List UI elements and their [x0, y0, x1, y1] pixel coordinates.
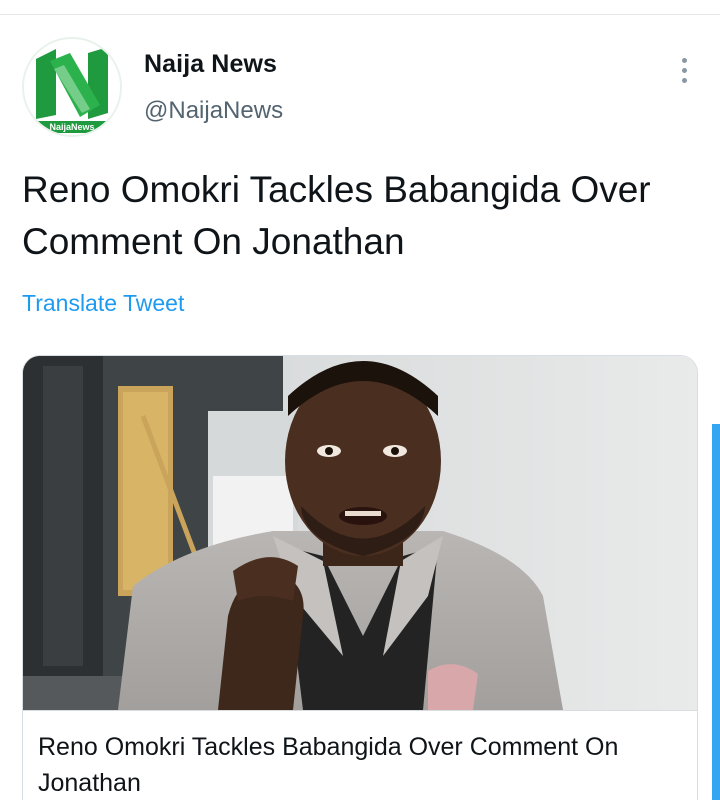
- more-vertical-icon: [681, 57, 687, 63]
- translate-tweet-link[interactable]: Translate Tweet: [22, 290, 184, 317]
- author-display-name[interactable]: Naija News: [144, 50, 277, 79]
- link-preview-card[interactable]: Reno Omokri Tackles Babangida Over Comme…: [22, 355, 698, 800]
- tweet-text: Reno Omokri Tackles Babangida Over Comme…: [22, 169, 651, 262]
- more-options-button[interactable]: [664, 50, 704, 90]
- top-divider: [0, 14, 720, 15]
- scrollbar[interactable]: [712, 424, 720, 800]
- avatar[interactable]: NaijaNews: [22, 37, 122, 137]
- avatar-logo-text: NaijaNews: [49, 122, 94, 132]
- link-card-image: [23, 356, 697, 710]
- author-handle[interactable]: @NaijaNews: [144, 97, 283, 125]
- card-separator: [23, 710, 697, 711]
- link-card-title[interactable]: Reno Omokri Tackles Babangida Over Comme…: [38, 729, 678, 800]
- more-vertical-icon-dot: [681, 67, 687, 73]
- naija-news-logo-icon: NaijaNews: [24, 39, 120, 135]
- more-vertical-icon-dot: [681, 77, 687, 83]
